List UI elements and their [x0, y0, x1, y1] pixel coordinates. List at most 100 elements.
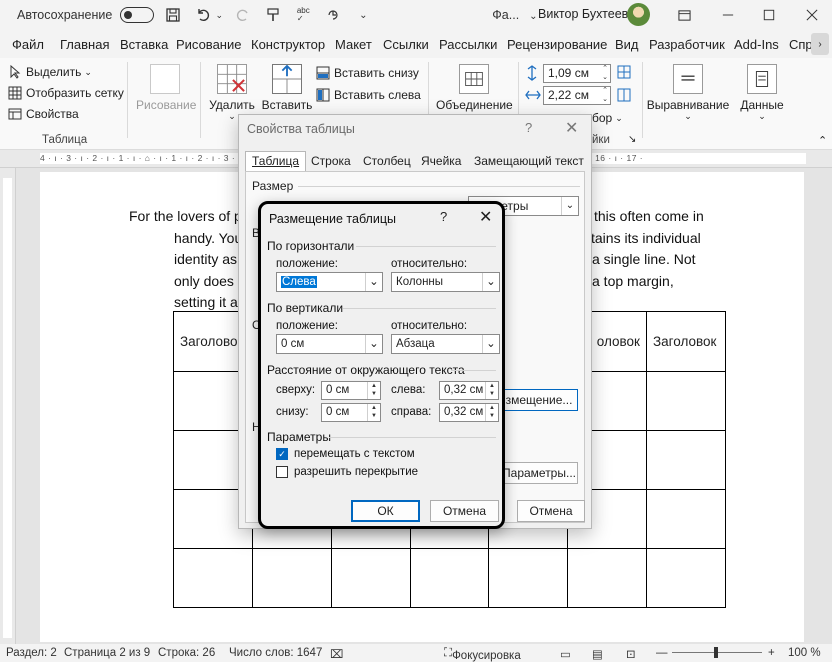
row-height-input[interactable]: 1,09 см ⌃ ⌄ — [543, 64, 611, 83]
tab-home[interactable]: Главная — [60, 37, 109, 52]
tab-mailings[interactable]: Рассылки — [439, 37, 497, 52]
distribute-columns-icon[interactable] — [617, 88, 631, 102]
insert-below-button[interactable]: Вставить снизу — [316, 66, 419, 80]
cancel-button[interactable]: Отмена — [517, 500, 585, 522]
print-layout-icon[interactable]: ▤ — [592, 647, 603, 661]
tab-developer[interactable]: Разработчик — [649, 37, 725, 52]
tab-file[interactable]: Файл — [12, 37, 44, 52]
zoom-out-icon[interactable]: — — [656, 647, 668, 659]
h-relative-combo[interactable]: Колонны ⌄ — [391, 272, 500, 292]
tab-insert[interactable]: Вставка — [120, 37, 168, 52]
vertical-ruler[interactable] — [0, 168, 16, 644]
tab-review[interactable]: Рецензирование — [507, 37, 607, 52]
avatar[interactable] — [627, 3, 650, 26]
tab-add-ins[interactable]: Add-Ins — [734, 37, 779, 52]
cancel-button[interactable]: Отмена — [430, 500, 499, 522]
top-distance-label: сверху: — [276, 384, 316, 396]
delete-button[interactable]: Удалить ⌄ — [206, 64, 258, 121]
paragraph-line: this often come in — [594, 208, 704, 224]
user-name[interactable]: Виктор Бухтеев — [538, 7, 628, 21]
tab-row[interactable]: Строка — [311, 154, 351, 168]
draw-table-button[interactable]: Рисование — [136, 64, 196, 112]
left-distance-input[interactable]: 0,32 см ▲ ▼ — [439, 381, 499, 400]
tab-alt-text[interactable]: Замещающий текст — [474, 154, 584, 168]
tab-layout[interactable]: Макет — [335, 37, 372, 52]
undo-dropdown-icon[interactable]: ⌄ — [214, 4, 224, 26]
top-distance-input[interactable]: 0 см ▲ ▼ — [321, 381, 381, 400]
close-icon[interactable] — [802, 5, 822, 25]
right-distance-input[interactable]: 0,32 см ▲ ▼ — [439, 403, 499, 422]
save-icon[interactable] — [162, 4, 184, 26]
distribute-rows-icon[interactable] — [617, 65, 631, 79]
close-icon[interactable]: ✕ — [479, 207, 492, 227]
tab-cell[interactable]: Ячейка — [421, 154, 461, 168]
quick-print-icon[interactable] — [322, 4, 344, 26]
spelling-icon[interactable]: abc ✓ — [292, 4, 314, 26]
positioning-button[interactable]: змещение... — [500, 389, 578, 411]
column-width-input[interactable]: 2,22 см ⌃ ⌄ — [543, 86, 611, 105]
zoom-in-icon[interactable]: + — [768, 647, 775, 659]
collapse-ribbon-icon[interactable]: ⌃ — [818, 134, 827, 147]
cursor-icon — [8, 64, 22, 79]
maximize-icon[interactable] — [759, 5, 779, 25]
focus-mode-button[interactable]: ⛶ Фокусировка — [444, 647, 521, 662]
spinner-arrows-icon[interactable]: ▲ ▼ — [367, 404, 380, 421]
spinner-arrows-icon[interactable]: ▲ ▼ — [485, 404, 498, 421]
tab-design[interactable]: Конструктор — [251, 37, 325, 52]
format-painter-icon[interactable] — [262, 4, 284, 26]
minimize-icon[interactable] — [718, 5, 738, 25]
help-icon[interactable]: ? — [440, 209, 447, 224]
autofit-button[interactable]: бор ⌄ — [592, 111, 623, 125]
close-icon[interactable]: ✕ — [565, 118, 578, 138]
h-position-combo[interactable]: Слева ⌄ — [276, 272, 383, 292]
help-icon[interactable]: ? — [525, 120, 532, 135]
accessibility-icon[interactable]: ⌧ — [330, 647, 343, 661]
spinner-arrows-icon[interactable]: ▲ ▼ — [367, 382, 380, 399]
paragraph-line: only does t — [174, 273, 242, 289]
options-button[interactable]: Параметры... — [500, 462, 578, 484]
status-line[interactable]: Строка: 26 — [158, 647, 215, 659]
spinner-arrows-icon[interactable]: ⌃ ⌄ — [602, 86, 608, 104]
status-page[interactable]: Страница 2 из 9 — [64, 647, 150, 659]
merge-button[interactable]: Объединение⌄ — [436, 64, 513, 121]
status-section[interactable]: Раздел: 2 — [6, 647, 57, 659]
undo-icon[interactable] — [192, 4, 214, 26]
redo-icon[interactable] — [232, 4, 254, 26]
tab-view[interactable]: Вид — [615, 37, 639, 52]
ok-button[interactable]: ОК — [351, 500, 420, 522]
tab-table[interactable]: Таблица — [245, 151, 307, 171]
allow-overlap-checkbox[interactable]: разрешить перекрытие — [276, 466, 418, 478]
tab-draw[interactable]: Рисование — [176, 37, 241, 52]
bottom-distance-input[interactable]: 0 см ▲ ▼ — [321, 403, 381, 422]
insert-left-button[interactable]: Вставить слева — [316, 88, 421, 102]
spinner-arrows-icon[interactable]: ⌃ ⌄ — [602, 64, 608, 82]
title-bar: Автосохранение ⌄ abc ✓ ⌄ Фа... ⌄ — [0, 0, 832, 30]
alignment-button[interactable]: Выравнивание ⌄ — [646, 64, 730, 121]
read-mode-icon[interactable]: ▭ — [560, 647, 571, 661]
tabs-scroll-right-icon[interactable]: › — [811, 33, 829, 55]
select-button[interactable]: Выделить ⌄ — [8, 64, 92, 79]
move-with-text-checkbox[interactable]: ✓ перемещать с текстом — [276, 448, 415, 460]
tab-help[interactable]: Спр — [789, 37, 813, 52]
web-layout-icon[interactable]: ⊡ — [626, 647, 636, 661]
data-button[interactable]: Данные ⌄ — [736, 64, 788, 121]
tab-column[interactable]: Столбец — [363, 154, 411, 168]
autosave-toggle[interactable] — [120, 7, 155, 23]
show-grid-button[interactable]: Отобразить сетку — [8, 86, 124, 100]
v-position-combo[interactable]: 0 см ⌄ — [276, 334, 383, 354]
zoom-level[interactable]: 100 % — [788, 647, 821, 659]
zoom-slider-thumb[interactable] — [714, 647, 718, 658]
tab-references[interactable]: Ссылки — [383, 37, 429, 52]
v-relative-combo[interactable]: Абзаца ⌄ — [391, 334, 500, 354]
customize-toolbar-icon[interactable]: ⌄ — [352, 4, 374, 26]
spinner-arrows-icon[interactable]: ▲ ▼ — [485, 382, 498, 399]
table-positioning-dialog: Размещение таблицы ? ✕ По горизонтали по… — [258, 201, 505, 529]
status-word-count[interactable]: Число слов: 1647 — [229, 647, 322, 659]
insert-above-button[interactable]: Вставить — [260, 64, 314, 112]
paragraph-line: a top margin, — [592, 273, 674, 289]
table-cell[interactable]: Заголовок — [645, 311, 727, 372]
dialog-launcher-icon[interactable]: ↘ — [628, 134, 636, 145]
properties-button[interactable]: Свойства — [8, 107, 79, 121]
document-filename[interactable]: Фа... ⌄ — [492, 8, 537, 22]
ribbon-display-icon[interactable] — [674, 5, 694, 25]
